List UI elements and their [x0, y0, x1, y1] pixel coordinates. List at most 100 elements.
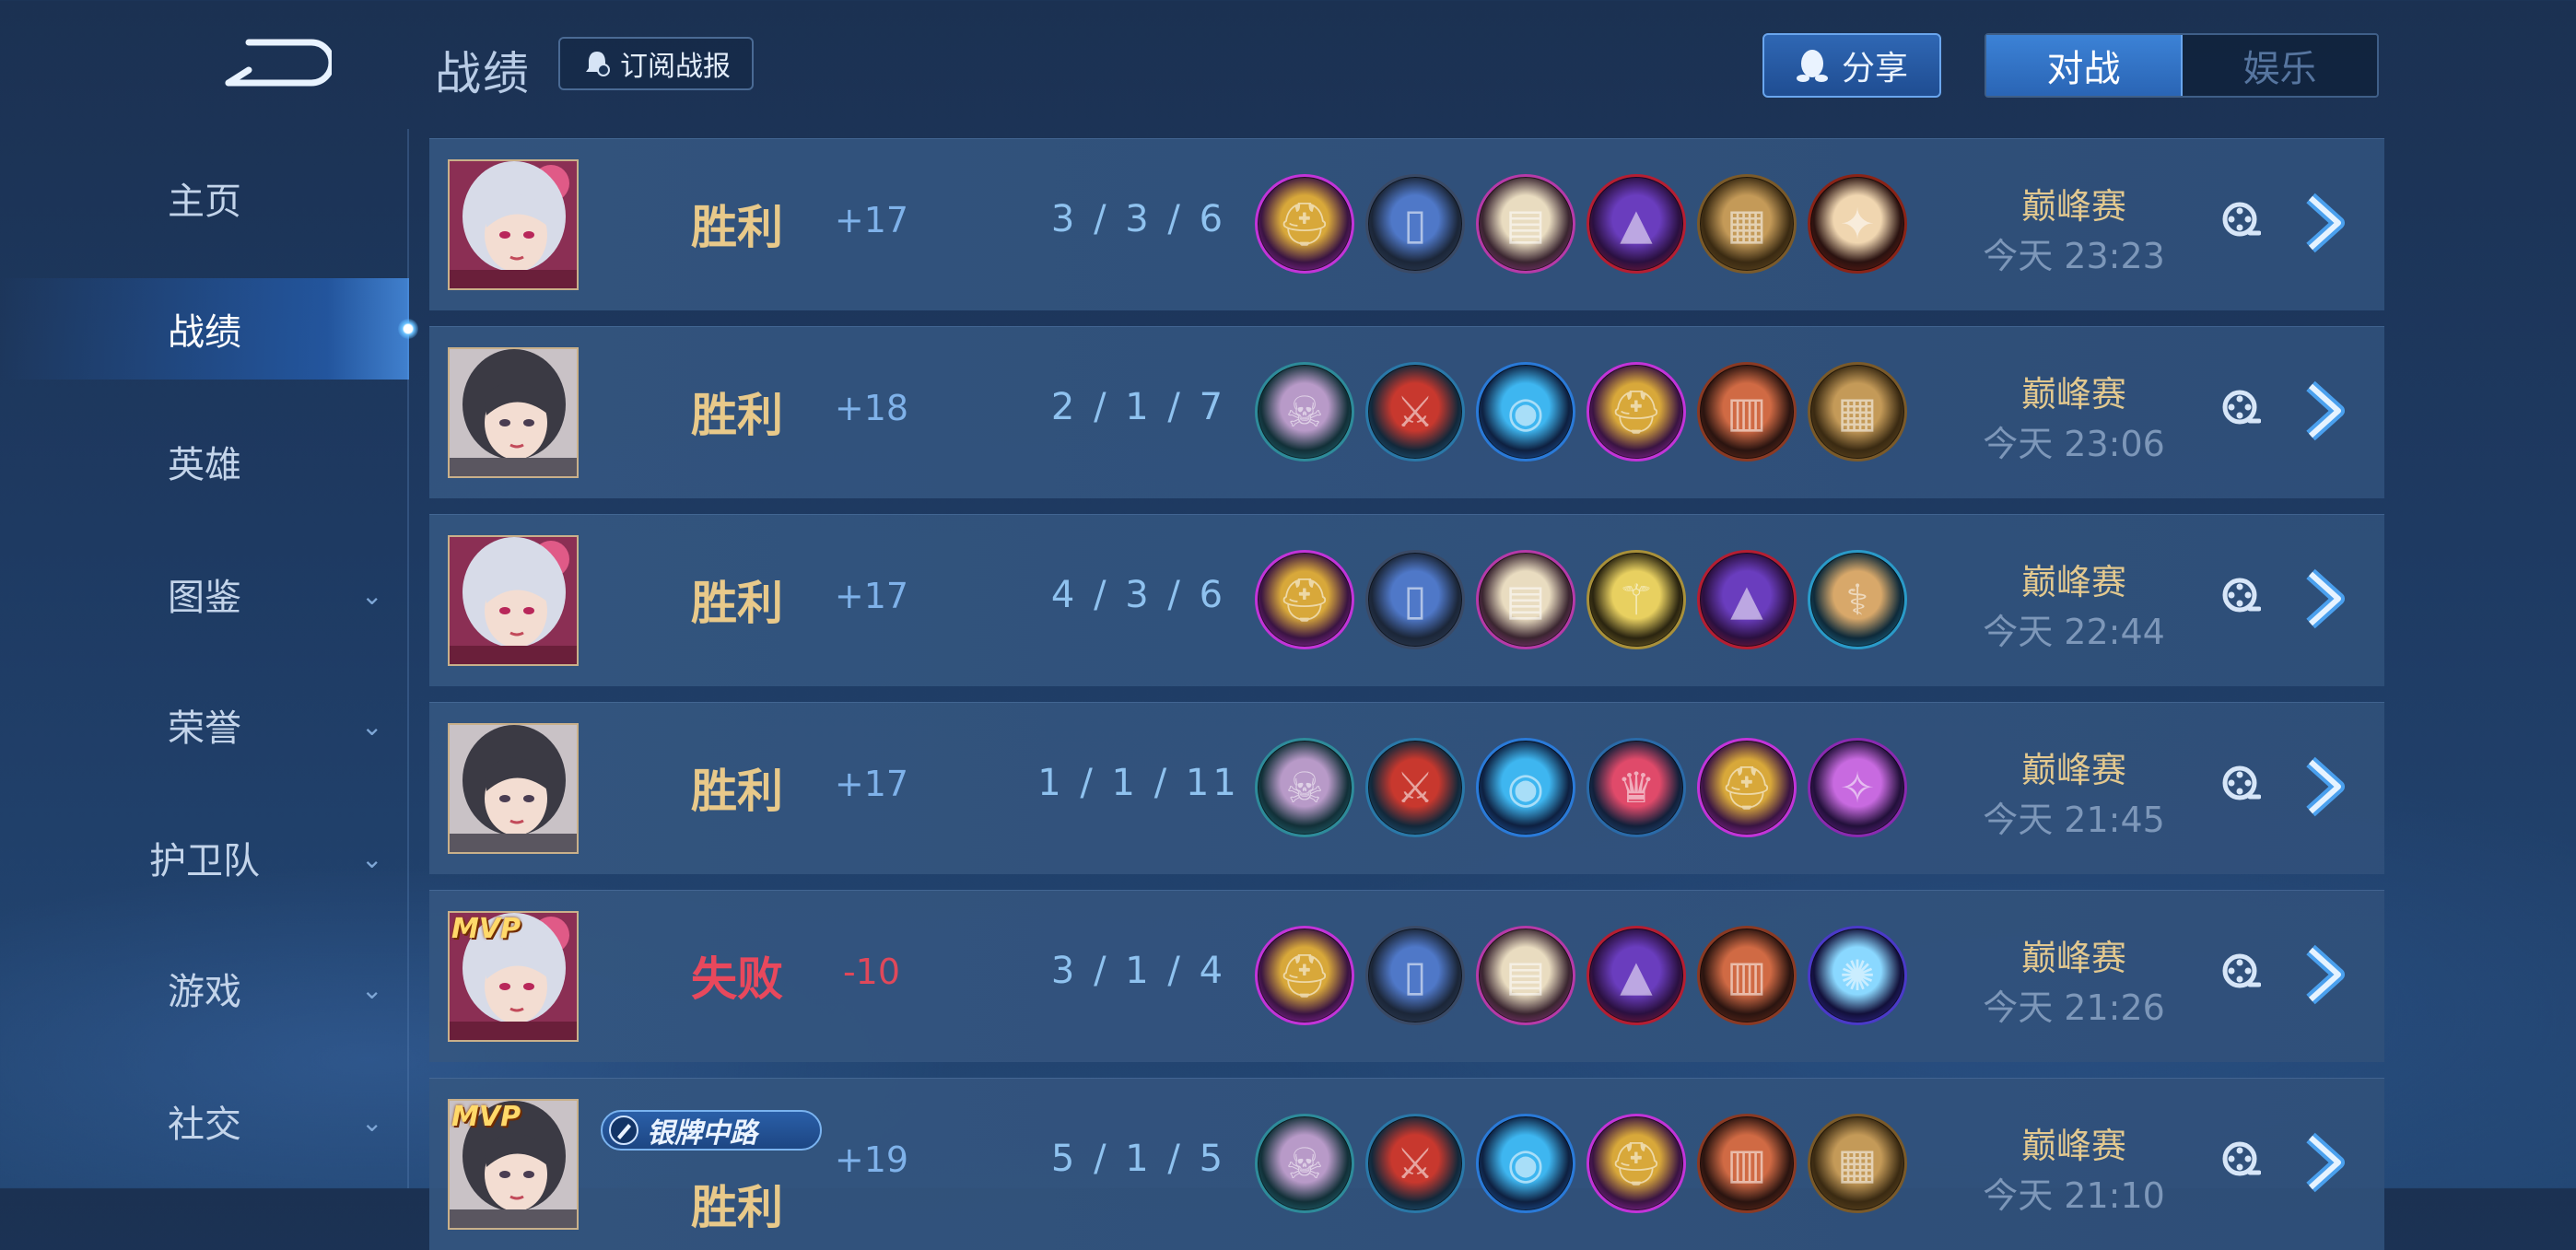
sidebar-item-label: 荣誉	[168, 707, 241, 750]
blue-orb-item-icon: ◉	[1476, 362, 1575, 461]
match-row[interactable]: 胜利 +17 3 / 3 / 6 ⛑ ▯ ▤ ▲ ▦ ✦ 巅峰赛 今天 23:23	[429, 138, 2384, 310]
match-row[interactable]: 胜利 +17 1 / 1 / 11 ☠ ⚔ ◉ ♛ ⛑ ✧ 巅峰赛 今天 21:45	[429, 702, 2384, 874]
match-result: 胜利	[691, 1181, 783, 1234]
sidebar-item-guard[interactable]: 护卫队 ⌄	[0, 807, 409, 908]
wizard-hat-item-icon: ▲	[1587, 174, 1686, 274]
rank-score-change: -10	[842, 952, 901, 992]
chevron-right-icon[interactable]	[2290, 565, 2359, 633]
gold-scarab-item-icon: ⛑	[1697, 738, 1797, 837]
match-mode: 巅峰赛	[2020, 374, 2126, 415]
spell-book-item-icon: ▤	[1476, 174, 1575, 274]
chevron-down-icon: ⌄	[361, 844, 383, 874]
sidebar-item-social[interactable]: 社交 ⌄	[0, 1070, 409, 1172]
replay-film-icon[interactable]	[2219, 1138, 2261, 1180]
gold-scarab-item-icon: ⛑	[1255, 550, 1354, 649]
replay-film-icon[interactable]	[2219, 198, 2261, 240]
kda: 3 / 3 / 6	[1050, 198, 1227, 240]
match-row[interactable]: MVP 失败 -10 3 / 1 / 4 ⛑ ▯ ▤ ▲ ▥ ✺ 巅峰赛 今天 21:26	[429, 890, 2384, 1062]
blue-orb-item-icon: ◉	[1476, 1114, 1575, 1213]
kda: 3 / 1 / 4	[1050, 950, 1227, 992]
rank-score-change: +18	[834, 388, 909, 428]
wizard-hat-item-icon: ▲	[1587, 926, 1686, 1025]
blue-staff-item-icon: ⚕	[1808, 550, 1907, 649]
sidebar-item-label: 英雄	[168, 444, 241, 486]
match-time: 今天 21:10	[1983, 1175, 2165, 1216]
sidebar-item-honor[interactable]: 荣誉 ⌄	[0, 674, 409, 776]
chevron-down-icon: ⌄	[361, 1107, 383, 1138]
gold-scarab-item-icon: ⛑	[1587, 1114, 1686, 1213]
tab-battle[interactable]: 对战	[1986, 35, 2183, 96]
match-result: 失败	[691, 952, 783, 1006]
lane-rank-badge: 银牌中路	[601, 1110, 822, 1151]
active-indicator-dot	[398, 319, 418, 339]
sidebar-item-label: 图鉴	[168, 577, 241, 619]
wizard-hat-item-icon: ▲	[1697, 550, 1797, 649]
match-result: 胜利	[691, 201, 783, 254]
sidebar-item-label: 战绩	[168, 311, 241, 354]
tab-entertainment[interactable]: 娱乐	[2183, 35, 2377, 96]
match-time: 今天 21:26	[1983, 987, 2165, 1028]
mode-switch: 对战 娱乐	[1985, 33, 2379, 98]
subscribe-report-label: 订阅战报	[620, 51, 731, 83]
red-blade-item-icon: ⚔	[1365, 362, 1465, 461]
sidebar-item-home[interactable]: 主页	[0, 147, 409, 249]
dark-hair-mage-avatar: MVP	[448, 1099, 579, 1230]
share-button[interactable]: 分享	[1762, 33, 1941, 98]
wooden-tome-item-icon: ▦	[1697, 174, 1797, 274]
silver-hair-mage-avatar	[448, 535, 579, 666]
red-tome-item-icon: ▥	[1697, 362, 1797, 461]
match-row[interactable]: 胜利 +17 4 / 3 / 6 ⛑ ▯ ▤ ⚚ ▲ ⚕ 巅峰赛 今天 22:44	[429, 514, 2384, 686]
mvp-badge: MVP	[451, 1101, 521, 1133]
chevron-right-icon[interactable]	[2290, 377, 2359, 445]
chevron-right-icon[interactable]	[2290, 1128, 2359, 1197]
sidebar-item-codex[interactable]: 图鉴 ⌄	[0, 543, 409, 645]
rank-score-change: +17	[834, 200, 909, 240]
lane-rank-label: 银牌中路	[647, 1117, 757, 1150]
chevron-down-icon: ⌄	[361, 711, 383, 742]
rank-score-change: +17	[834, 576, 909, 616]
sidebar-item-label: 护卫队	[149, 840, 260, 882]
kda: 1 / 1 / 11	[1037, 762, 1240, 804]
replay-film-icon[interactable]	[2219, 762, 2261, 804]
wooden-tome-item-icon: ▦	[1808, 1114, 1907, 1213]
match-row[interactable]: 胜利 +18 2 / 1 / 7 ☠ ⚔ ◉ ⛑ ▥ ▦ 巅峰赛 今天 23:06	[429, 326, 2384, 498]
back-arrow-icon[interactable]	[221, 35, 332, 90]
skull-mask-item-icon: ☠	[1255, 1114, 1354, 1213]
spell-book-item-icon: ▤	[1476, 926, 1575, 1025]
match-row[interactable]: MVP 胜利 +19 5 / 1 / 5 ☠ ⚔ ◉ ⛑ ▥ ▦ 巅峰赛 今天 21:10…	[429, 1078, 2384, 1250]
purple-wand-item-icon: ✧	[1808, 738, 1907, 837]
blue-boots-item-icon: ▯	[1365, 174, 1465, 274]
wooden-tome-item-icon: ▦	[1808, 362, 1907, 461]
sidebar-item-games[interactable]: 游戏 ⌄	[0, 938, 409, 1039]
chevron-down-icon: ⌄	[361, 580, 383, 611]
gem-crown-item-icon: ♛	[1587, 738, 1686, 837]
item-build: ☠ ⚔ ◉ ⛑ ▥ ▦	[1255, 362, 1907, 461]
item-build: ☠ ⚔ ◉ ⛑ ▥ ▦	[1255, 1114, 1907, 1213]
chevron-down-icon: ⌄	[361, 975, 383, 1005]
match-time: 今天 23:23	[1983, 236, 2165, 276]
mvp-badge: MVP	[451, 913, 521, 945]
match-mode: 巅峰赛	[2020, 750, 2126, 790]
replay-film-icon[interactable]	[2219, 574, 2261, 616]
spell-book-item-icon: ▤	[1476, 550, 1575, 649]
red-seal-item-icon: ✦	[1808, 174, 1907, 274]
dark-hair-mage-avatar	[448, 723, 579, 854]
replay-film-icon[interactable]	[2219, 386, 2261, 428]
sidebar-item-heroes[interactable]: 英雄	[0, 411, 409, 512]
skull-mask-item-icon: ☠	[1255, 362, 1354, 461]
qq-penguin-icon	[1796, 50, 1828, 82]
silver-hair-mage-avatar	[448, 159, 579, 290]
gold-scarab-item-icon: ⛑	[1587, 362, 1686, 461]
gold-scepter-item-icon: ⚚	[1587, 550, 1686, 649]
chevron-right-icon[interactable]	[2290, 753, 2359, 821]
item-build: ☠ ⚔ ◉ ♛ ⛑ ✧	[1255, 738, 1907, 837]
kda: 2 / 1 / 7	[1050, 386, 1227, 428]
sidebar-item-records[interactable]: 战绩	[0, 278, 409, 380]
chevron-right-icon[interactable]	[2290, 940, 2359, 1009]
item-build: ⛑ ▯ ▤ ▲ ▦ ✦	[1255, 174, 1907, 274]
chevron-right-icon[interactable]	[2290, 189, 2359, 257]
replay-film-icon[interactable]	[2219, 950, 2261, 992]
match-result: 胜利	[691, 577, 783, 630]
match-result: 胜利	[691, 765, 783, 818]
subscribe-report-button[interactable]: 订阅战报	[558, 37, 754, 90]
